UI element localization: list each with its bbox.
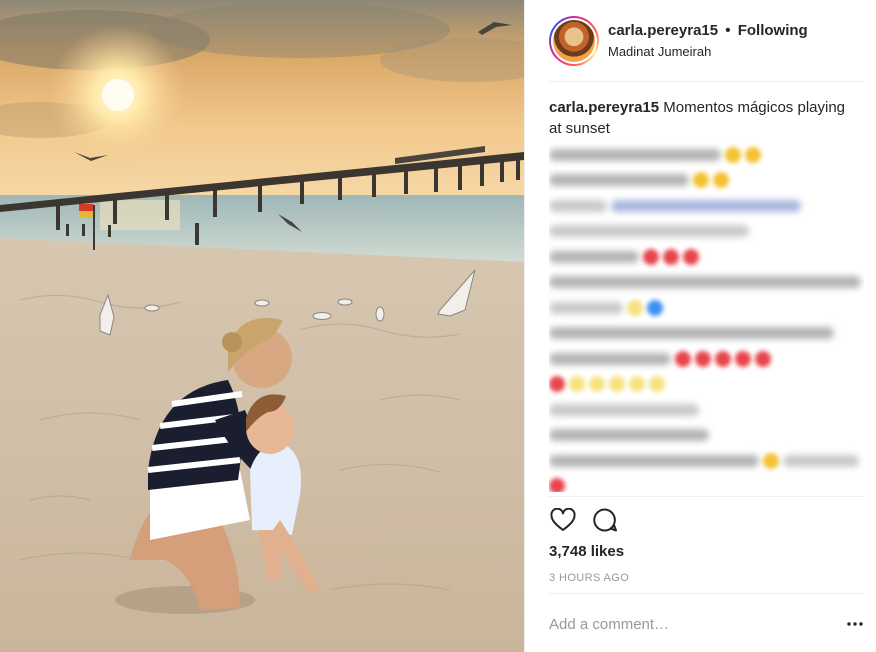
comment-row <box>549 142 864 168</box>
post-side-panel: carla.pereyra15 • Following Madinat Jume… <box>524 0 876 652</box>
comment-row <box>549 372 864 398</box>
more-options-button[interactable] <box>843 612 867 636</box>
comment-row <box>549 270 864 296</box>
comment-row <box>549 219 864 245</box>
profile-avatar[interactable] <box>549 16 599 66</box>
post-timestamp[interactable]: 3 HOURS AGO <box>549 572 629 584</box>
separator-dot: • <box>725 22 731 39</box>
speech-bubble-icon <box>593 508 617 532</box>
comment-row <box>549 448 864 474</box>
caption-username-link[interactable]: carla.pereyra15 <box>549 99 659 116</box>
likes-count[interactable]: 3,748 likes <box>549 543 624 560</box>
following-button[interactable]: Following <box>738 22 808 39</box>
comment-row <box>549 168 864 194</box>
comment-row <box>549 474 864 492</box>
add-comment-input[interactable] <box>549 610 839 638</box>
username-link[interactable]: carla.pereyra15 <box>608 22 718 39</box>
divider <box>549 593 864 594</box>
comment-row <box>549 397 864 423</box>
comments-list[interactable] <box>549 142 864 492</box>
comment-row <box>549 295 864 321</box>
header-line: carla.pereyra15 • Following <box>608 22 808 39</box>
like-button[interactable] <box>549 506 577 534</box>
post-photo[interactable] <box>0 0 524 652</box>
divider <box>549 496 864 497</box>
comment-button[interactable] <box>591 506 619 534</box>
comment-row <box>549 423 864 449</box>
heart-icon <box>550 508 576 531</box>
comment-row <box>549 346 864 372</box>
post-actions <box>549 506 619 536</box>
post-header: carla.pereyra15 • Following Madinat Jume… <box>549 16 864 82</box>
comment-row <box>549 244 864 270</box>
comment-row <box>549 193 864 219</box>
beach-sunset-photo <box>0 0 524 652</box>
comment-row <box>549 321 864 347</box>
location-link[interactable]: Madinat Jumeirah <box>608 44 711 59</box>
post-caption: carla.pereyra15 Momentos mágicos playing… <box>549 97 859 139</box>
avatar-image <box>553 20 595 62</box>
more-options-icon <box>847 622 863 626</box>
